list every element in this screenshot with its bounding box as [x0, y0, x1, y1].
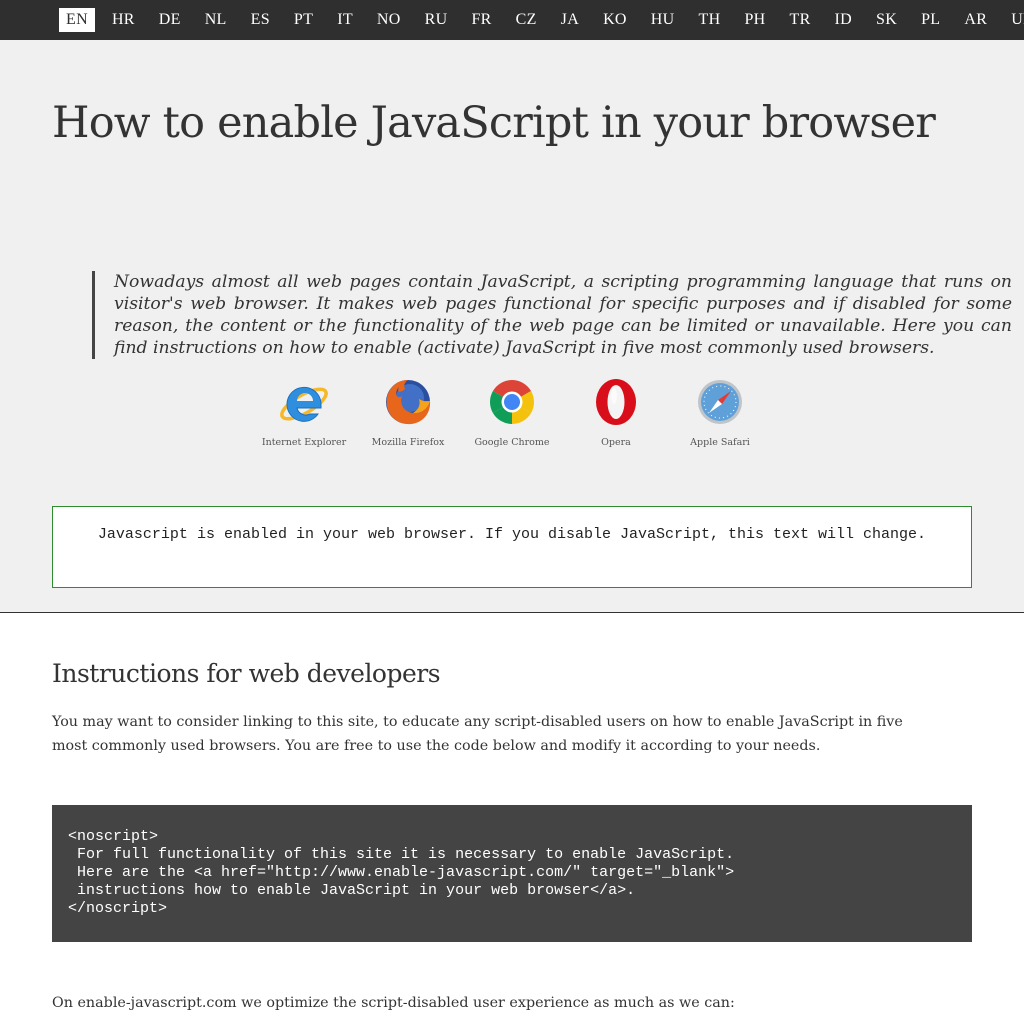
language-link-pt[interactable]: PT: [287, 8, 320, 32]
language-link-de[interactable]: DE: [152, 8, 188, 32]
browser-label: Apple Safari: [690, 437, 750, 448]
language-link-nl[interactable]: NL: [198, 8, 234, 32]
javascript-status-box: Javascript is enabled in your web browse…: [52, 506, 972, 588]
language-bar: EN HR DE NL ES PT IT NO RU FR CZ JA KO HU TH PH TR ID SK PL…: [0, 0, 1024, 40]
safari-icon: [698, 380, 742, 424]
language-link-ar[interactable]: AR: [957, 8, 994, 32]
developer-description: You may want to consider linking to this…: [52, 714, 903, 754]
language-link-id[interactable]: ID: [828, 8, 859, 32]
language-link-ko[interactable]: KO: [596, 8, 634, 32]
browser-label: Mozilla Firefox: [371, 437, 445, 448]
language-link-es[interactable]: ES: [244, 8, 277, 32]
language-link-hu[interactable]: HU: [644, 8, 682, 32]
language-link-ru[interactable]: RU: [418, 8, 455, 32]
language-link-ph[interactable]: PH: [737, 8, 772, 32]
browser-safari[interactable]: Apple Safari: [668, 376, 772, 448]
firefox-icon: [386, 380, 431, 425]
browser-list: Internet Explorer Mozilla Firefox Google…: [252, 376, 772, 448]
developer-section: Instructions for web developers You may …: [0, 613, 1024, 1024]
language-link-hr[interactable]: HR: [105, 8, 142, 32]
internet-explorer-icon: [280, 386, 328, 422]
intro-quote: Nowadays almost all web pages contain Ja…: [92, 271, 1012, 360]
browser-label: Internet Explorer: [261, 437, 347, 448]
language-link-fr[interactable]: FR: [464, 8, 498, 32]
chrome-icon: [490, 380, 534, 424]
language-link-ja[interactable]: JA: [554, 8, 586, 32]
browser-label: Opera: [601, 437, 631, 448]
language-link-sk[interactable]: SK: [869, 8, 904, 32]
hero-section: How to enable JavaScript in your browser…: [0, 40, 1024, 613]
browser-firefox[interactable]: Mozilla Firefox: [356, 376, 460, 448]
language-link-pl[interactable]: PL: [914, 8, 947, 32]
language-link-th[interactable]: TH: [692, 8, 728, 32]
language-link-no[interactable]: NO: [370, 8, 408, 32]
code-snippet[interactable]: <noscript> For full functionality of thi…: [52, 805, 972, 942]
page-title: How to enable JavaScript in your browser: [52, 98, 936, 148]
language-link-ur[interactable]: UR: [1004, 8, 1024, 32]
browser-label: Google Chrome: [474, 437, 550, 448]
developer-section-title: Instructions for web developers: [52, 659, 441, 688]
browser-opera[interactable]: Opera: [564, 376, 668, 448]
language-link-cz[interactable]: CZ: [509, 8, 544, 32]
opera-icon: [596, 379, 636, 425]
intro-text: Nowadays almost all web pages contain Ja…: [114, 272, 1012, 359]
language-link-it[interactable]: IT: [330, 8, 360, 32]
browser-chrome[interactable]: Google Chrome: [460, 376, 564, 448]
language-link-tr[interactable]: TR: [783, 8, 818, 32]
browser-internet-explorer[interactable]: Internet Explorer: [252, 376, 356, 448]
language-link-en[interactable]: EN: [59, 8, 95, 32]
outro-text: On enable-javascript.com we optimize the…: [52, 995, 735, 1011]
